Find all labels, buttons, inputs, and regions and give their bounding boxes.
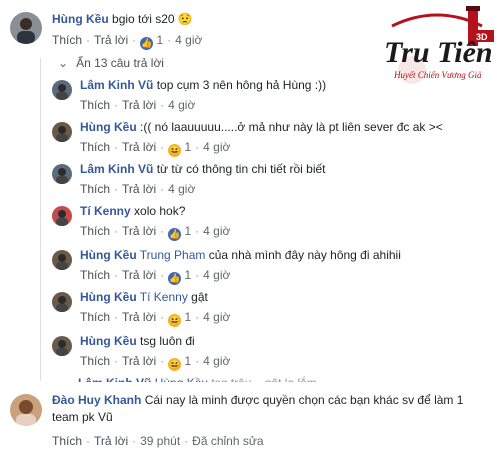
like-link[interactable]: Thích [80, 354, 110, 368]
reply-mention[interactable]: Trung Pham [140, 248, 206, 262]
hide-replies-label: Ẩn 13 câu trả lời [76, 56, 164, 70]
reply-link[interactable]: Trả lời [122, 310, 156, 324]
like-link[interactable]: Thích [80, 182, 110, 196]
avatar[interactable] [52, 250, 72, 270]
like-link[interactable]: Thích [80, 140, 110, 154]
avatar[interactable] [52, 292, 72, 312]
timestamp[interactable]: 4 giờ [168, 182, 195, 196]
reply-text: từ từ có thông tin chi tiết rồi biết [156, 162, 326, 176]
reply-link[interactable]: Trả lời [122, 140, 156, 154]
reply-text: xolo hok? [134, 204, 186, 218]
comment-actions: Thích · Trả lời · 39 phút · Đã chỉnh sửa [52, 434, 264, 448]
avatar[interactable] [52, 164, 72, 184]
game-logo: Tru Tiên 3D Huyết Chiến Vương Giả [372, 0, 502, 92]
timestamp[interactable]: 4 giờ [203, 224, 230, 238]
like-link[interactable]: Thích [52, 33, 82, 47]
reply-actions: Thích · Trả lời · 😆 1 · 4 giờ [80, 354, 231, 371]
reaction-count[interactable]: 1 [184, 268, 191, 282]
reply-author[interactable]: Lâm Kinh Vũ [80, 78, 153, 92]
reply-link[interactable]: Trả lời [122, 354, 156, 368]
like-reaction-icon[interactable]: 👍 [168, 228, 182, 241]
reply-link[interactable]: Trả lời [122, 98, 156, 112]
like-reaction-icon[interactable]: 👍 [140, 37, 154, 50]
reply-actions: Thích · Trả lời · 4 giờ [80, 182, 196, 196]
reply-text: gật [191, 290, 208, 304]
reply-text: của nhà mình đây này hông đi ahihii [208, 248, 401, 262]
reply-link[interactable]: Trả lời [94, 33, 128, 47]
reply-link[interactable]: Trả lời [122, 224, 156, 238]
reply-content: Lâm Kinh Vũ từ từ có thông tin chi tiết … [80, 162, 326, 176]
timestamp[interactable]: 4 giờ [203, 354, 230, 368]
avatar[interactable] [10, 394, 42, 426]
reply-author[interactable]: Hùng Kều [80, 334, 137, 348]
thread-line [40, 58, 41, 381]
reply-author[interactable]: Lâm Kinh Vũ [80, 162, 153, 176]
avatar[interactable] [52, 336, 72, 356]
reply-actions: Thích · Trả lời · 4 giờ [80, 98, 196, 112]
reply-text: tsg luôn đi [140, 334, 195, 348]
reaction-count[interactable]: 1 [184, 310, 191, 324]
like-reaction-icon[interactable]: 👍 [168, 272, 182, 285]
reply-content: Hùng Kều tsg luôn đi [80, 334, 195, 348]
reply-actions: Thích · Trả lời · 😆 1 · 4 giờ [80, 140, 231, 157]
haha-reaction-icon[interactable]: 😆 [168, 144, 182, 157]
svg-text:3D: 3D [476, 32, 488, 42]
haha-reaction-icon[interactable]: 😆 [168, 358, 182, 371]
comment-author[interactable]: Hùng Kều [52, 12, 109, 26]
like-link[interactable]: Thích [52, 434, 82, 448]
reply-text: :(( nó laauuuuu.....ở mả như này là pt l… [140, 120, 443, 134]
reaction-count[interactable]: 1 [184, 224, 191, 238]
timestamp[interactable]: 39 phút [140, 434, 180, 448]
timestamp[interactable]: 4 giờ [168, 98, 195, 112]
timestamp[interactable]: 4 giờ [175, 33, 202, 47]
like-link[interactable]: Thích [80, 224, 110, 238]
timestamp[interactable]: 4 giờ [203, 268, 230, 282]
avatar[interactable] [52, 122, 72, 142]
reply-author[interactable]: Hùng Kều [80, 290, 137, 304]
reply-content: Hùng Kều Tí Kenny gật [80, 290, 208, 304]
reply-content: Tí Kenny xolo hok? [80, 204, 185, 218]
like-link[interactable]: Thích [80, 310, 110, 324]
reply-actions: Thích · Trả lời · 😆 1 · 4 giờ [80, 310, 231, 327]
edited-label[interactable]: Đã chỉnh sửa [192, 434, 263, 448]
bottom-comment: Đào Huy Khanh Cái nay là minh được quyền… [0, 382, 502, 456]
avatar[interactable] [52, 80, 72, 100]
like-link[interactable]: Thích [80, 268, 110, 282]
comment-actions: Thích · Trả lời · 👍 1 · 4 giờ [52, 33, 203, 50]
reaction-count[interactable]: 1 [184, 140, 191, 154]
timestamp[interactable]: 4 giờ [203, 310, 230, 324]
comment-author[interactable]: Đào Huy Khanh [52, 393, 141, 407]
reply-link[interactable]: Trả lời [94, 434, 128, 448]
avatar[interactable] [10, 12, 42, 44]
svg-text:Huyết Chiến Vương Giả: Huyết Chiến Vương Giả [393, 70, 482, 80]
reply-content: Lâm Kinh Vũ top cụm 3 nên hông hả Hùng :… [80, 78, 326, 92]
timestamp[interactable]: 4 giờ [203, 140, 230, 154]
hide-replies-toggle[interactable]: ⌄ Ẩn 13 câu trả lời [58, 56, 164, 70]
reply-content: Hùng Kều Trung Pham của nhà mình đây này… [80, 248, 401, 262]
reply-author[interactable]: Hùng Kều [80, 120, 137, 134]
like-link[interactable]: Thích [80, 98, 110, 112]
reply-author[interactable]: Tí Kenny [80, 204, 131, 218]
reply-author[interactable]: Hùng Kều [80, 248, 137, 262]
reply-actions: Thích · Trả lời · 👍 1 · 4 giờ [80, 268, 231, 285]
reaction-count[interactable]: 1 [184, 354, 191, 368]
haha-reaction-icon[interactable]: 😆 [168, 314, 182, 327]
reply-content: Hùng Kều :(( nó laauuuuu.....ở mả như nà… [80, 120, 443, 134]
avatar[interactable] [52, 206, 72, 226]
reply-mention[interactable]: Tí Kenny [140, 290, 188, 304]
comment-text: bgio tới s20 😟 [112, 12, 193, 26]
reply-text: top cụm 3 nên hông hả Hùng :)) [156, 78, 327, 92]
reply-link[interactable]: Trả lời [122, 268, 156, 282]
reaction-count[interactable]: 1 [156, 33, 163, 47]
reply-link[interactable]: Trả lời [122, 182, 156, 196]
collapse-arrow-icon: ⌄ [58, 56, 69, 70]
reply-actions: Thích · Trả lời · 👍 1 · 4 giờ [80, 224, 231, 241]
